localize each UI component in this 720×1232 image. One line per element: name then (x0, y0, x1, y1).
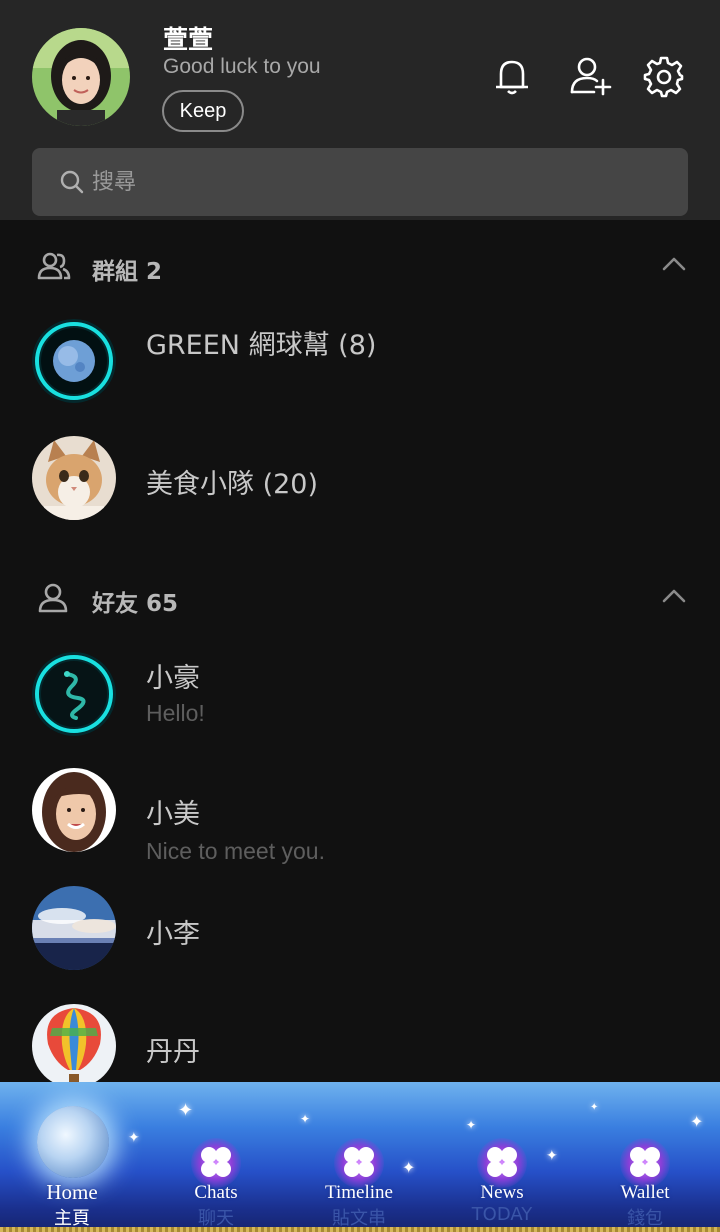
nav-tab-label: Home (46, 1180, 98, 1204)
nav-tab-home[interactable]: Home 主頁 (0, 1082, 144, 1232)
nav-tab-wallet[interactable]: Wallet 錢包 (573, 1082, 717, 1232)
nav-tab-timeline[interactable]: Timeline 貼文串 (287, 1082, 431, 1232)
group-name: GREEN 網球幫 (8) (146, 330, 377, 361)
profile-header: 萱萱 Good luck to you Keep (0, 0, 720, 144)
chevron-up-icon[interactable] (660, 586, 688, 606)
group-icon (36, 250, 72, 282)
clover-icon (482, 1142, 522, 1182)
nav-tab-sublabel: TODAY (471, 1204, 533, 1225)
friend-name: 小豪 (146, 663, 200, 694)
woman-avatar (32, 768, 116, 852)
gold-border-decoration (0, 1227, 720, 1232)
sky-avatar (32, 886, 116, 970)
group-name: 美食小隊 (20) (146, 469, 319, 500)
clover-icon (196, 1142, 236, 1182)
person-icon (36, 582, 72, 614)
balloon-avatar (32, 1004, 116, 1088)
search-bar-container (0, 144, 720, 220)
moon-icon (37, 1106, 109, 1178)
profile-avatar[interactable] (32, 28, 130, 126)
friend-name: 小李 (146, 919, 200, 950)
cat-avatar (32, 436, 116, 520)
friend-row[interactable]: 小李 (0, 872, 720, 984)
settings-gear-icon[interactable] (642, 54, 686, 98)
keep-button[interactable]: Keep (162, 90, 244, 132)
blue-moon-avatar (32, 319, 116, 403)
bell-icon[interactable] (490, 54, 534, 98)
nav-tab-chats[interactable]: Chats 聊天 (144, 1082, 288, 1232)
nav-tab-label: Wallet (620, 1182, 670, 1203)
friend-row[interactable]: 小美 Nice to meet you. (0, 756, 720, 868)
friends-section-header[interactable]: 好友 65 (0, 570, 720, 626)
group-row[interactable]: 美食小隊 (20) (0, 422, 720, 534)
friend-name: 丹丹 (146, 1037, 200, 1068)
nav-tab-news[interactable]: News TODAY (430, 1082, 574, 1232)
nav-tab-label: Chats (194, 1182, 238, 1203)
profile-status-message[interactable]: Good luck to you (163, 55, 321, 79)
teal-dragon-avatar (32, 652, 116, 736)
friend-status-message: Hello! (146, 700, 205, 726)
chevron-up-icon[interactable] (660, 254, 688, 274)
friend-name: 小美 (146, 799, 200, 830)
profile-name: 萱萱 (163, 25, 214, 54)
nav-tab-label: News (480, 1182, 524, 1203)
search-icon (58, 168, 86, 196)
friends-section-title: 好友 65 (92, 591, 179, 617)
search-input[interactable] (92, 148, 652, 216)
add-friend-icon[interactable] (568, 54, 612, 98)
bottom-navigation-bar: ✦ ✦ ✦ ✦ ✦ ✦ ✦ ✦ Home 主頁 Chats 聊天 Timelin… (0, 1082, 720, 1232)
search-box[interactable] (32, 148, 688, 216)
groups-section-title: 群組 2 (92, 259, 163, 285)
friend-status-message: Nice to meet you. (146, 838, 325, 864)
clover-icon (339, 1142, 379, 1182)
friend-row[interactable]: 小豪 Hello! (0, 640, 720, 752)
nav-tab-label: Timeline (325, 1182, 393, 1203)
clover-icon (625, 1142, 665, 1182)
groups-section-header[interactable]: 群組 2 (0, 238, 720, 294)
group-row[interactable]: GREEN 網球幫 (8) (0, 305, 720, 417)
